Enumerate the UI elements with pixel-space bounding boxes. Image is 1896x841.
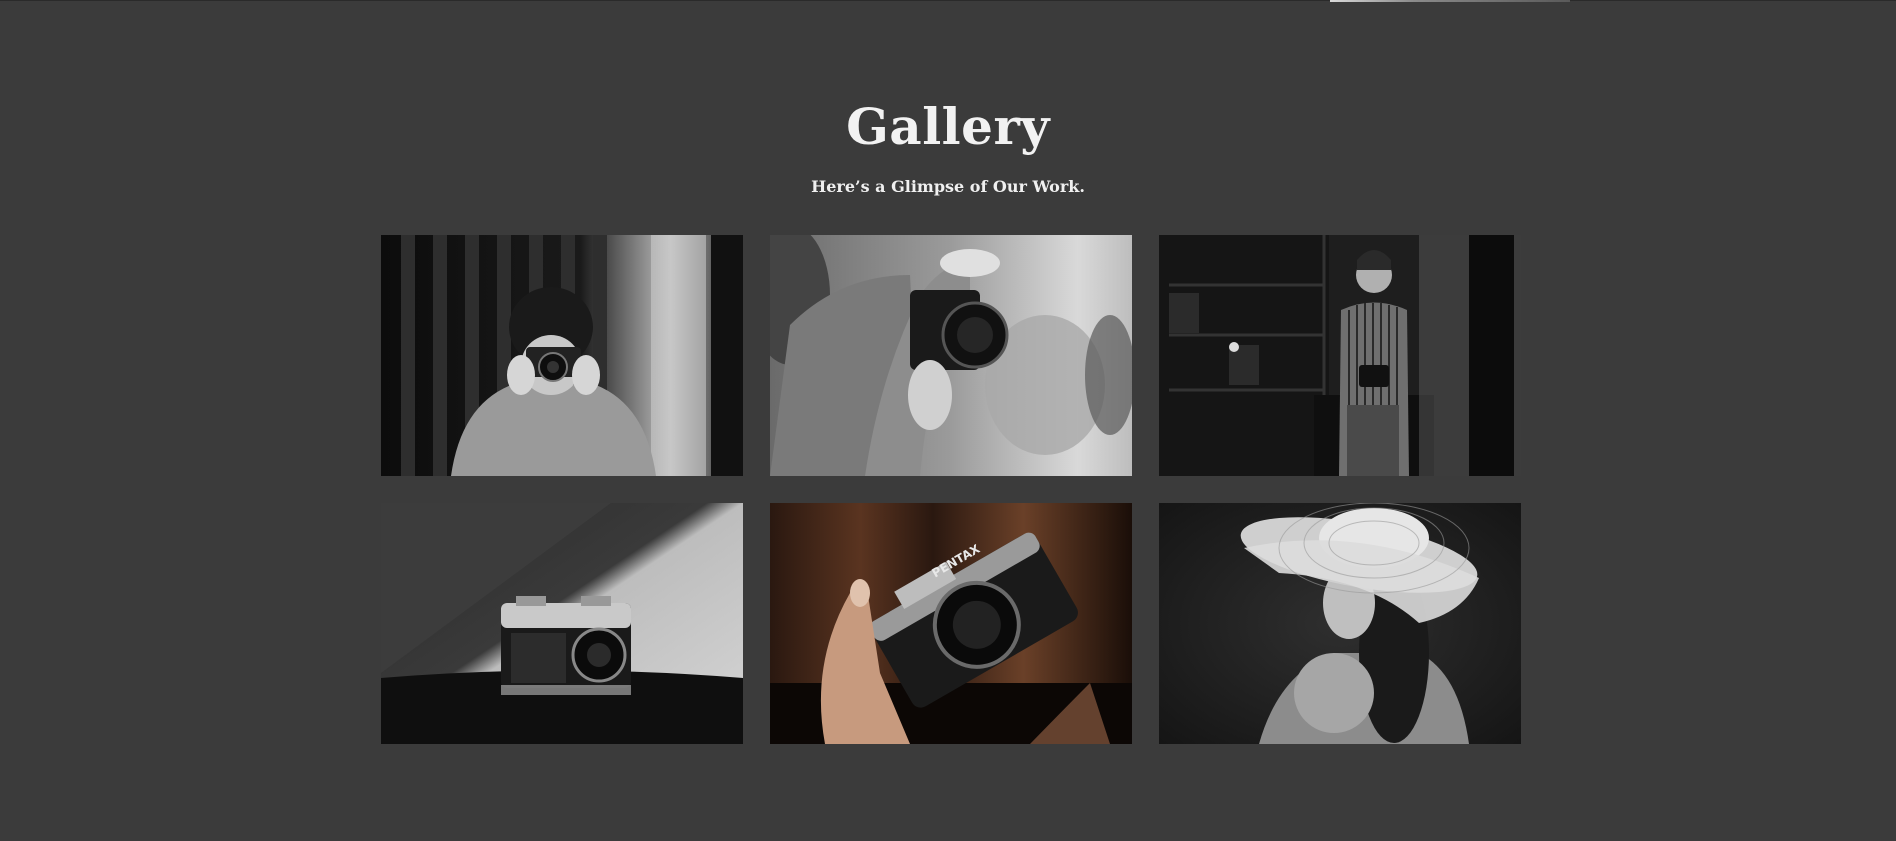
photo-image (1159, 235, 1521, 476)
photo-image (770, 235, 1132, 476)
photo-image (381, 235, 743, 476)
gallery-photo-1[interactable] (381, 235, 743, 476)
photo-image: PENTAX (770, 503, 1132, 744)
gallery-photo-4[interactable] (381, 503, 743, 744)
gallery-photo-2[interactable] (770, 235, 1132, 476)
photo-image (1159, 503, 1521, 744)
photo-image (381, 503, 743, 744)
gallery-subtitle: Here’s a Glimpse of Our Work. (811, 177, 1085, 196)
gallery-photo-6[interactable] (1159, 503, 1521, 744)
gallery-title: Gallery (846, 97, 1050, 156)
gallery-photo-5[interactable]: PENTAX (770, 503, 1132, 744)
top-divider (0, 0, 1896, 1)
scroll-indicator (1330, 0, 1570, 2)
gallery-photo-3[interactable] (1159, 235, 1521, 476)
gallery-section: Gallery Here’s a Glimpse of Our Work. PE… (0, 0, 1896, 841)
